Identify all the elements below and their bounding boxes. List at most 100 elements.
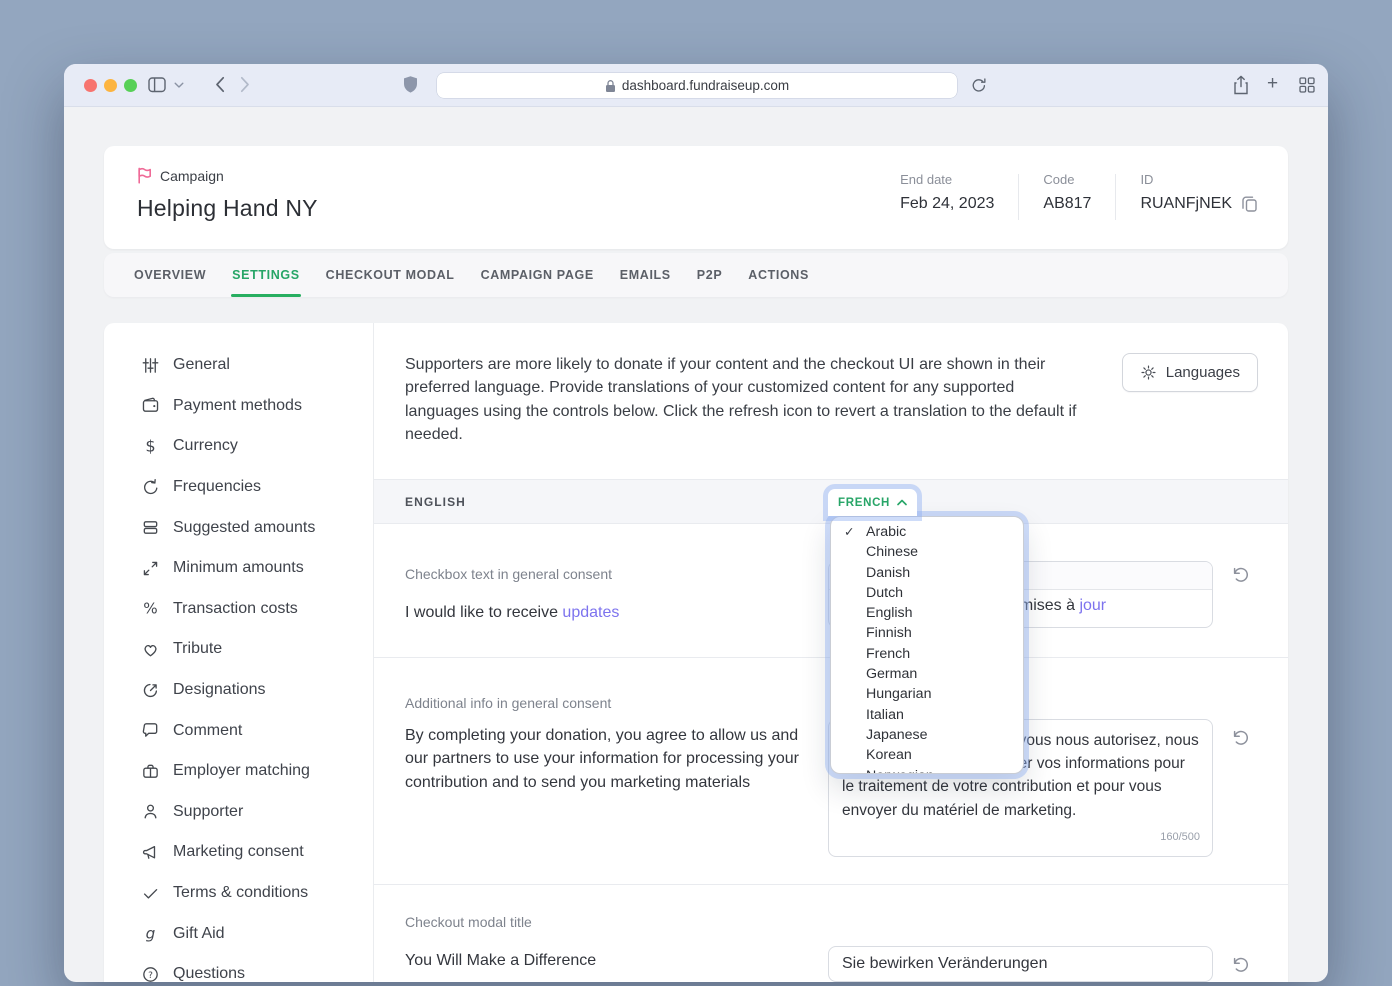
tab-overview-icon[interactable] — [1299, 77, 1315, 93]
url-text: dashboard.fundraiseup.com — [622, 78, 789, 93]
briefcase-icon — [141, 762, 160, 781]
end-date-value: Feb 24, 2023 — [900, 195, 994, 213]
tab-actions[interactable]: ACTIONS — [747, 253, 810, 297]
sidebar-item-supporter[interactable]: Supporter — [104, 792, 373, 833]
revert-translation-icon[interactable] — [1230, 565, 1250, 585]
close-window-icon[interactable] — [84, 79, 97, 92]
source-language-label: ENGLISH — [405, 480, 466, 523]
flag-icon — [137, 167, 152, 184]
privacy-shield-icon[interactable] — [403, 75, 418, 95]
new-tab-icon[interactable]: + — [1267, 74, 1278, 93]
comment-bubble-icon — [141, 721, 160, 740]
menu-item-chinese[interactable]: Chinese — [831, 542, 1023, 562]
updates-link[interactable]: updates — [562, 604, 619, 621]
menu-item-italian[interactable]: Italian — [831, 705, 1023, 725]
desktop: dashboard.fundraiseup.com + Campaign — [0, 0, 1392, 986]
sidebar-item-employer-matching[interactable]: Employer matching — [104, 751, 373, 792]
question-circle-icon: ? — [141, 965, 160, 982]
sidebar-item-payment-methods[interactable]: Payment methods — [104, 386, 373, 427]
translations-intro: Supporters are more likely to donate if … — [405, 353, 1077, 446]
tab-checkout-modal[interactable]: CHECKOUT MODAL — [325, 253, 456, 297]
menu-item-arabic[interactable]: ✓Arabic — [831, 522, 1023, 542]
checkmark-icon — [141, 884, 160, 903]
sidebar-item-general[interactable]: General — [104, 345, 373, 386]
chevron-up-icon — [897, 499, 907, 506]
sidebar-item-transaction-costs[interactable]: % Transaction costs — [104, 589, 373, 630]
menu-item-finnish[interactable]: Finnish — [831, 623, 1023, 643]
tab-overview[interactable]: OVERVIEW — [133, 253, 207, 297]
megaphone-icon — [141, 843, 160, 862]
sidebar-item-currency[interactable]: $ Currency — [104, 426, 373, 467]
target-arrow-icon — [141, 681, 160, 700]
id-value: RUANFjNEK — [1140, 195, 1232, 213]
tab-campaign-page[interactable]: CAMPAIGN PAGE — [480, 253, 595, 297]
menu-item-japanese[interactable]: Japanese — [831, 725, 1023, 745]
jour-link[interactable]: jour — [1079, 597, 1106, 614]
zoom-window-icon[interactable] — [124, 79, 137, 92]
traffic-lights — [84, 79, 137, 92]
end-date-label: End date — [900, 172, 994, 187]
sidebar-toggle-icon[interactable] — [148, 77, 166, 93]
languages-button[interactable]: Languages — [1122, 353, 1258, 392]
campaign-meta: End date Feb 24, 2023 Code AB817 ID RUAN… — [876, 172, 1258, 220]
char-counter: 160/500 — [1160, 826, 1200, 849]
sidebar-item-tribute[interactable]: Tribute — [104, 629, 373, 670]
resize-arrows-icon — [141, 559, 160, 578]
address-bar[interactable]: dashboard.fundraiseup.com — [437, 73, 957, 98]
revert-translation-icon[interactable] — [1230, 955, 1250, 975]
source-value: You Will Make a Difference — [405, 949, 596, 972]
menu-item-german[interactable]: German — [831, 664, 1023, 684]
sidebar-item-marketing-consent[interactable]: Marketing consent — [104, 832, 373, 873]
browser-window: dashboard.fundraiseup.com + Campaign — [64, 64, 1328, 982]
field-label: Checkbox text in general consent — [405, 566, 612, 582]
person-icon — [141, 802, 160, 821]
gift-aid-icon: g — [141, 924, 160, 943]
percent-icon: % — [141, 599, 160, 618]
target-language-select[interactable]: FRENCH — [828, 489, 917, 516]
sidebar-item-terms-conditions[interactable]: Terms & conditions — [104, 873, 373, 914]
settings-sidebar: General Payment methods $ Currency Frequ… — [104, 323, 374, 982]
menu-item-dutch[interactable]: Dutch — [831, 583, 1023, 603]
dashboard-page: Campaign Helping Hand NY End date Feb 24… — [64, 107, 1328, 982]
refresh-icon — [141, 478, 160, 497]
tab-emails[interactable]: EMAILS — [619, 253, 672, 297]
tab-settings[interactable]: SETTINGS — [231, 253, 301, 297]
back-icon[interactable] — [215, 76, 225, 93]
page-title: Helping Hand NY — [137, 195, 318, 222]
minimize-window-icon[interactable] — [104, 79, 117, 92]
sidebar-chevron-down-icon[interactable] — [174, 82, 184, 89]
menu-item-korean[interactable]: Korean — [831, 745, 1023, 765]
revert-translation-icon[interactable] — [1230, 728, 1250, 748]
reload-icon[interactable] — [970, 76, 988, 95]
campaign-tabbar: OVERVIEW SETTINGS CHECKOUT MODAL CAMPAIG… — [104, 253, 1288, 297]
sidebar-item-comment[interactable]: Comment — [104, 710, 373, 751]
menu-item-hungarian[interactable]: Hungarian — [831, 684, 1023, 704]
menu-item-english[interactable]: English — [831, 603, 1023, 623]
menu-item-norwegian[interactable]: Norwegian — [831, 766, 1023, 774]
settings-card: General Payment methods $ Currency Frequ… — [104, 323, 1288, 982]
sidebar-item-gift-aid[interactable]: g Gift Aid — [104, 913, 373, 954]
translation-input[interactable] — [828, 946, 1213, 982]
sidebar-item-suggested-amounts[interactable]: Suggested amounts — [104, 507, 373, 548]
menu-item-danish[interactable]: Danish — [831, 563, 1023, 583]
sidebar-item-designations[interactable]: Designations — [104, 670, 373, 711]
sidebar-item-questions[interactable]: ? Questions — [104, 954, 373, 982]
stack-icon — [141, 518, 160, 537]
svg-text:?: ? — [148, 971, 153, 981]
copy-icon[interactable] — [1241, 195, 1258, 213]
field-label: Checkout modal title — [405, 914, 532, 930]
tab-p2p[interactable]: P2P — [696, 253, 724, 297]
gear-icon — [1140, 364, 1157, 381]
code-label: Code — [1043, 172, 1091, 187]
sidebar-item-frequencies[interactable]: Frequencies — [104, 467, 373, 508]
id-label: ID — [1140, 172, 1258, 187]
svg-text:g: g — [146, 924, 156, 942]
forward-icon[interactable] — [240, 76, 250, 93]
menu-item-french[interactable]: French — [831, 644, 1023, 664]
lock-icon — [605, 79, 616, 93]
field-row-checkout-modal-title: Checkout modal title You Will Make a Dif… — [374, 885, 1288, 982]
wallet-icon — [141, 396, 160, 415]
share-icon[interactable] — [1233, 75, 1249, 95]
sidebar-item-minimum-amounts[interactable]: Minimum amounts — [104, 548, 373, 589]
sliders-icon — [141, 356, 160, 375]
